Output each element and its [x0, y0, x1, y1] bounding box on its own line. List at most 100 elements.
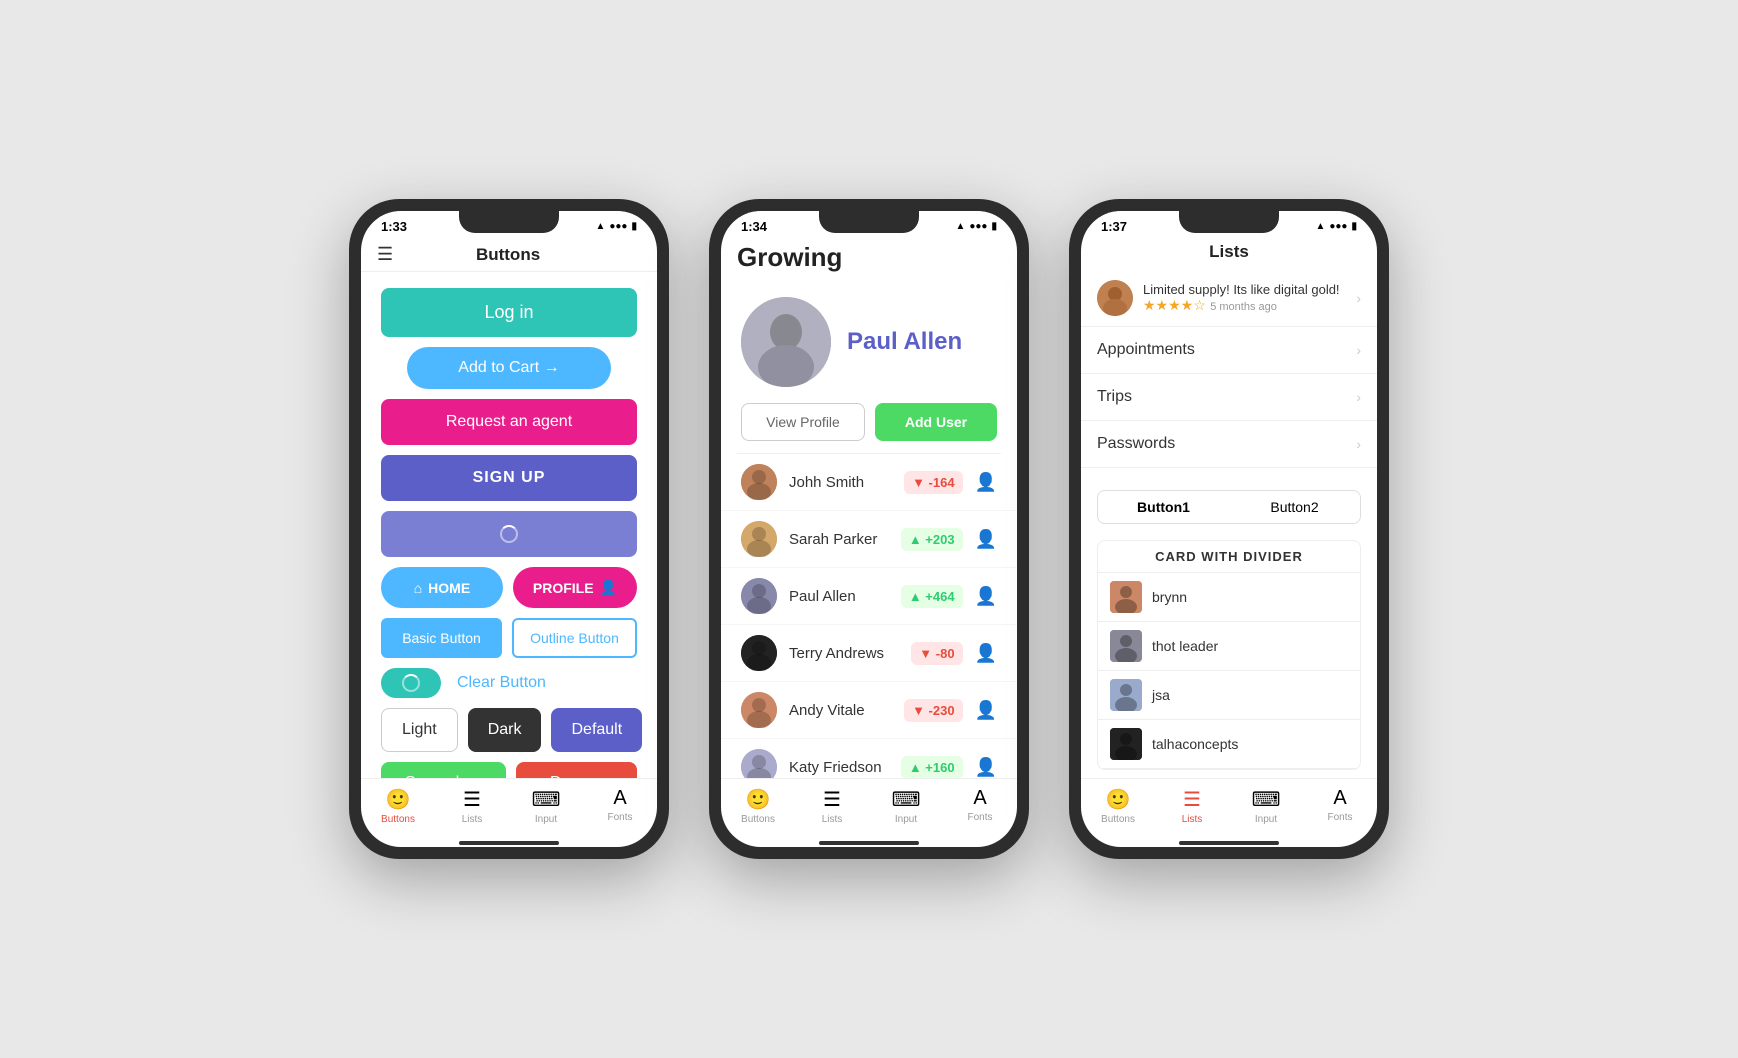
tab-buttons[interactable]: 🙂 Buttons: [361, 787, 435, 825]
profile-icon: 👤: [600, 579, 617, 596]
signup-button[interactable]: SIGN UP: [381, 455, 637, 501]
segment-btn1[interactable]: Button1: [1098, 491, 1229, 523]
light-dark-default-row: Light Dark Default: [381, 708, 637, 752]
tab-3-lists[interactable]: ☰ Lists: [1155, 787, 1229, 825]
phone-3-status-icons: ▲ ●●● ▮: [1315, 221, 1357, 232]
home-indicator-2: [819, 841, 919, 845]
tab-lists[interactable]: ☰ Lists: [435, 787, 509, 825]
danger-button[interactable]: Danger: [516, 762, 638, 778]
home-button[interactable]: ⌂ HOME: [381, 567, 503, 608]
list-item-appointments[interactable]: Appointments ›: [1081, 327, 1377, 374]
clear-button[interactable]: Clear Button: [457, 674, 546, 692]
basic-button[interactable]: Basic Button: [381, 618, 502, 658]
user-avatar-0: [741, 464, 777, 500]
phone-1-inner: 1:33 ▲ ●●● ▮ ☰ Buttons Log in Add to Car…: [361, 211, 657, 847]
request-agent-button[interactable]: Request an agent: [381, 399, 637, 445]
add-to-cart-button[interactable]: Add to Cart →: [407, 347, 612, 389]
user-action-icon-5[interactable]: 👤: [975, 757, 997, 778]
card-user-item-1: thot leader: [1098, 622, 1360, 671]
tab-2-buttons[interactable]: 🙂 Buttons: [721, 787, 795, 825]
user-action-icon-1[interactable]: 👤: [975, 529, 997, 550]
user-action-icon-4[interactable]: 👤: [975, 700, 997, 721]
segment-btn2[interactable]: Button2: [1229, 491, 1360, 523]
fonts-icon-2: A: [973, 787, 986, 810]
smiley-icon: 🙂: [386, 787, 411, 812]
list-icon: ☰: [463, 787, 481, 812]
user-avatar-5: [741, 749, 777, 778]
list-item-passwords[interactable]: Passwords ›: [1081, 421, 1377, 468]
user-score-3: ▼ -80: [911, 642, 962, 665]
tab-3-input[interactable]: ⌨ Input: [1229, 787, 1303, 825]
notch-1: [459, 211, 559, 233]
list-item-trips[interactable]: Trips ›: [1081, 374, 1377, 421]
review-card[interactable]: Limited supply! Its like digital gold! ★…: [1081, 270, 1377, 327]
user-name-0: Johh Smith: [789, 474, 892, 491]
tab-3-fonts[interactable]: A Fonts: [1303, 787, 1377, 825]
card-with-divider: CARD WITH DIVIDER brynn thot leader: [1097, 540, 1361, 770]
user-action-icon-2[interactable]: 👤: [975, 586, 997, 607]
outline-button[interactable]: Outline Button: [512, 618, 637, 658]
tab-fonts[interactable]: A Fonts: [583, 787, 657, 825]
profile-button[interactable]: PROFILE 👤: [513, 567, 637, 608]
card-user-avatar-0: [1110, 581, 1142, 613]
profile-action-buttons: View Profile Add User: [721, 403, 1017, 453]
phone-1-time: 1:33: [381, 219, 407, 234]
dark-button[interactable]: Dark: [468, 708, 542, 752]
segmented-control: Button1 Button2: [1097, 490, 1361, 524]
phone-3-title: Lists: [1097, 242, 1361, 262]
list-icon-2: ☰: [823, 787, 841, 812]
secondary-button[interactable]: Secondary: [381, 762, 506, 778]
profile-name: Paul Allen: [847, 328, 962, 356]
user-avatar-3: [741, 635, 777, 671]
card-user-item-3: talhaconcepts: [1098, 720, 1360, 769]
user-item: Sarah Parker ▲ +203 👤: [721, 511, 1017, 568]
lists-content: Appointments › Trips › Passwords › Pitch…: [1081, 327, 1377, 482]
phone-1: 1:33 ▲ ●●● ▮ ☰ Buttons Log in Add to Car…: [349, 199, 669, 859]
user-name-3: Terry Andrews: [789, 645, 899, 662]
tab-2-lists[interactable]: ☰ Lists: [795, 787, 869, 825]
user-name-1: Sarah Parker: [789, 531, 889, 548]
light-button[interactable]: Light: [381, 708, 458, 752]
user-action-icon-0[interactable]: 👤: [975, 472, 997, 493]
tab-2-fonts[interactable]: A Fonts: [943, 787, 1017, 825]
review-chevron: ›: [1356, 290, 1361, 306]
tab-input[interactable]: ⌨ Input: [509, 787, 583, 825]
menu-icon[interactable]: ☰: [377, 244, 393, 265]
list-item-chevron-0: ›: [1356, 342, 1361, 358]
tab-bar-3: 🙂 Buttons ☰ Lists ⌨ Input A Fonts: [1081, 778, 1377, 837]
buttons-content: Log in Add to Cart → Request an agent SI…: [361, 272, 657, 778]
list-item-label-2: Passwords: [1097, 435, 1356, 453]
toggle-clear-row: Clear Button: [381, 668, 637, 698]
phone-3-inner: 1:37 ▲ ●●● ▮ Lists: [1081, 211, 1377, 847]
review-avatar: [1097, 280, 1133, 316]
input-icon: ⌨: [532, 787, 561, 812]
toggle-button[interactable]: [381, 668, 441, 698]
phones-container: 1:33 ▲ ●●● ▮ ☰ Buttons Log in Add to Car…: [349, 199, 1389, 859]
tab-2-input[interactable]: ⌨ Input: [869, 787, 943, 825]
card-user-name-2: jsa: [1152, 687, 1170, 703]
signal-icon-2: ●●●: [969, 221, 987, 232]
add-user-button[interactable]: Add User: [875, 403, 997, 441]
view-profile-button[interactable]: View Profile: [741, 403, 865, 441]
phone-2-inner: 1:34 ▲ ●●● ▮ Growing: [721, 211, 1017, 847]
user-avatar-4: [741, 692, 777, 728]
wifi-icon: ▲: [595, 221, 605, 232]
phone-1-title: Buttons: [393, 245, 623, 265]
review-title: Limited supply! Its like digital gold!: [1143, 282, 1346, 297]
user-score-5: ▲ +160: [901, 756, 963, 779]
phone-1-header: ☰ Buttons: [361, 238, 657, 272]
phone-2-time: 1:34: [741, 219, 767, 234]
list-item-pitches[interactable]: Pitches ›: [1081, 468, 1377, 482]
loading-button[interactable]: [381, 511, 637, 557]
user-item: Paul Allen ▲ +464 👤: [721, 568, 1017, 625]
login-button[interactable]: Log in: [381, 288, 637, 337]
card-user-name-0: brynn: [1152, 589, 1187, 605]
user-action-icon-3[interactable]: 👤: [975, 643, 997, 664]
phone-1-status-icons: ▲ ●●● ▮: [595, 221, 637, 232]
user-name-4: Andy Vitale: [789, 702, 892, 719]
wifi-icon-2: ▲: [955, 221, 965, 232]
tab-bar-1: 🙂 Buttons ☰ Lists ⌨ Input A Fonts: [361, 778, 657, 837]
tab-3-buttons[interactable]: 🙂 Buttons: [1081, 787, 1155, 825]
notch-3: [1179, 211, 1279, 233]
default-button[interactable]: Default: [551, 708, 642, 752]
